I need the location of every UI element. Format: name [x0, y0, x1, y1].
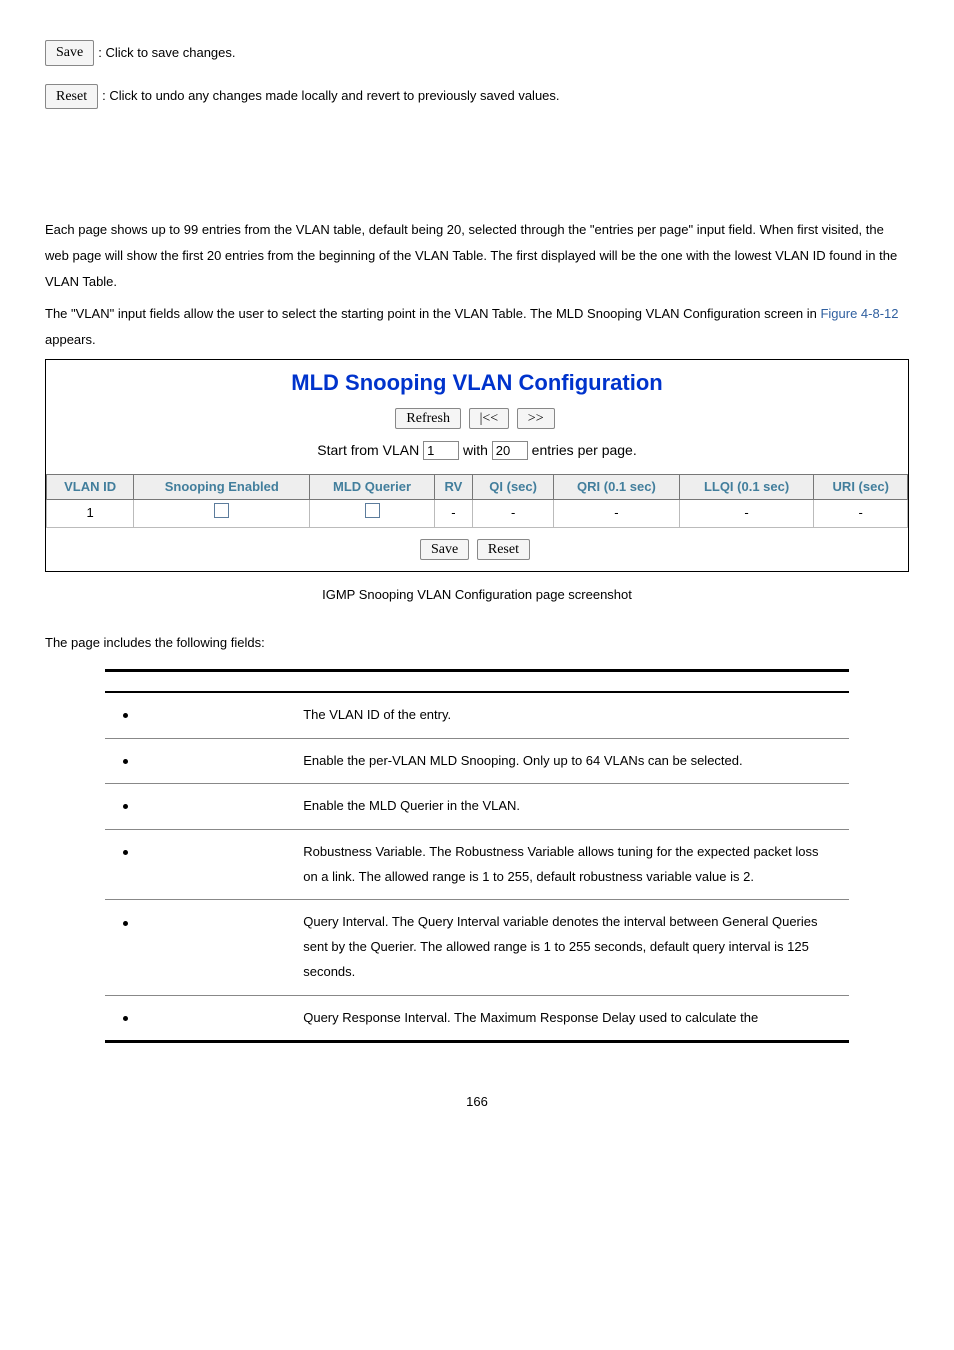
- col-qi: QI (sec): [473, 475, 554, 500]
- field-row-qri: Query Response Interval. The Maximum Res…: [105, 995, 848, 1042]
- with-label: with: [463, 442, 492, 458]
- field-row-snooping: Enable the per-VLAN MLD Snooping. Only u…: [105, 738, 848, 784]
- intro-p2-a: The "VLAN" input fields allow the user t…: [45, 306, 820, 321]
- mld-table: VLAN ID Snooping Enabled MLD Querier RV …: [46, 474, 908, 527]
- intro-paragraph-2: The "VLAN" input fields allow the user t…: [45, 301, 909, 353]
- mld-querier-checkbox[interactable]: [365, 503, 380, 518]
- figure-caption: IGMP Snooping VLAN Configuration page sc…: [45, 586, 909, 604]
- bullet-icon: [123, 850, 128, 855]
- col-mld-querier: MLD Querier: [310, 475, 434, 500]
- prev-button[interactable]: |<<: [469, 408, 510, 429]
- panel-nav-controls: Refresh |<< >>: [46, 409, 908, 429]
- next-button[interactable]: >>: [517, 408, 555, 429]
- entries-per-page-input[interactable]: [492, 441, 528, 460]
- col-uri: URI (sec): [814, 475, 908, 500]
- col-vlanid: VLAN ID: [47, 475, 134, 500]
- field-desc-snooping: Enable the per-VLAN MLD Snooping. Only u…: [291, 738, 848, 784]
- fields-table: The VLAN ID of the entry. Enable the per…: [105, 669, 848, 1044]
- reset-button-image: Reset: [45, 84, 98, 110]
- bullet-icon: [123, 804, 128, 809]
- bullet-icon: [123, 1016, 128, 1021]
- save-button[interactable]: Save: [420, 539, 469, 560]
- refresh-button[interactable]: Refresh: [395, 408, 461, 429]
- field-row-mld: Enable the MLD Querier in the VLAN.: [105, 784, 848, 830]
- reset-desc-text: : Click to undo any changes made locally…: [102, 87, 559, 105]
- cell-mld-querier: [310, 500, 434, 527]
- panel-pagination-row: Start from VLAN with entries per page.: [46, 441, 908, 461]
- cell-snooping: [134, 500, 310, 527]
- config-panel: MLD Snooping VLAN Configuration Refresh …: [45, 359, 909, 572]
- cell-qri: -: [554, 500, 680, 527]
- cell-llqi: -: [679, 500, 814, 527]
- cell-vlanid: 1: [47, 500, 134, 527]
- cell-uri: -: [814, 500, 908, 527]
- reset-description-row: Reset : Click to undo any changes made l…: [45, 84, 909, 110]
- cell-qi: -: [473, 500, 554, 527]
- bullet-icon: [123, 759, 128, 764]
- table-row: 1 - - - - -: [47, 500, 908, 527]
- save-button-image: Save: [45, 40, 94, 66]
- panel-footer: Save Reset: [46, 528, 908, 572]
- field-row-rv: Robustness Variable. The Robustness Vari…: [105, 830, 848, 900]
- bullet-icon: [123, 921, 128, 926]
- field-desc-vlanid: The VLAN ID of the entry.: [291, 692, 848, 738]
- bullet-icon: [123, 713, 128, 718]
- entries-label: entries per page.: [532, 442, 637, 458]
- field-row-vlanid: The VLAN ID of the entry.: [105, 692, 848, 738]
- cell-rv: -: [434, 500, 472, 527]
- reset-button[interactable]: Reset: [477, 539, 530, 560]
- field-desc-qri: Query Response Interval. The Maximum Res…: [291, 995, 848, 1042]
- col-rv: RV: [434, 475, 472, 500]
- save-desc-text: : Click to save changes.: [98, 44, 235, 62]
- figure-link: Figure 4-8-12: [820, 306, 898, 321]
- start-vlan-input[interactable]: [423, 441, 459, 460]
- page-number: 166: [45, 1093, 909, 1111]
- fields-header-left: [105, 670, 291, 692]
- intro-paragraph-1: Each page shows up to 99 entries from th…: [45, 217, 909, 295]
- save-description-row: Save : Click to save changes.: [45, 40, 909, 66]
- col-qri: QRI (0.1 sec): [554, 475, 680, 500]
- panel-title: MLD Snooping VLAN Configuration: [46, 368, 908, 399]
- fields-header-right: [291, 670, 848, 692]
- field-desc-rv: Robustness Variable. The Robustness Vari…: [291, 830, 848, 900]
- intro-p2-b: appears.: [45, 332, 96, 347]
- field-desc-qi: Query Interval. The Query Interval varia…: [291, 900, 848, 995]
- start-from-label: Start from VLAN: [317, 442, 423, 458]
- field-desc-mld: Enable the MLD Querier in the VLAN.: [291, 784, 848, 830]
- col-llqi: LLQI (0.1 sec): [679, 475, 814, 500]
- snooping-checkbox[interactable]: [214, 503, 229, 518]
- fields-intro: The page includes the following fields:: [45, 634, 909, 652]
- col-snooping: Snooping Enabled: [134, 475, 310, 500]
- field-row-qi: Query Interval. The Query Interval varia…: [105, 900, 848, 995]
